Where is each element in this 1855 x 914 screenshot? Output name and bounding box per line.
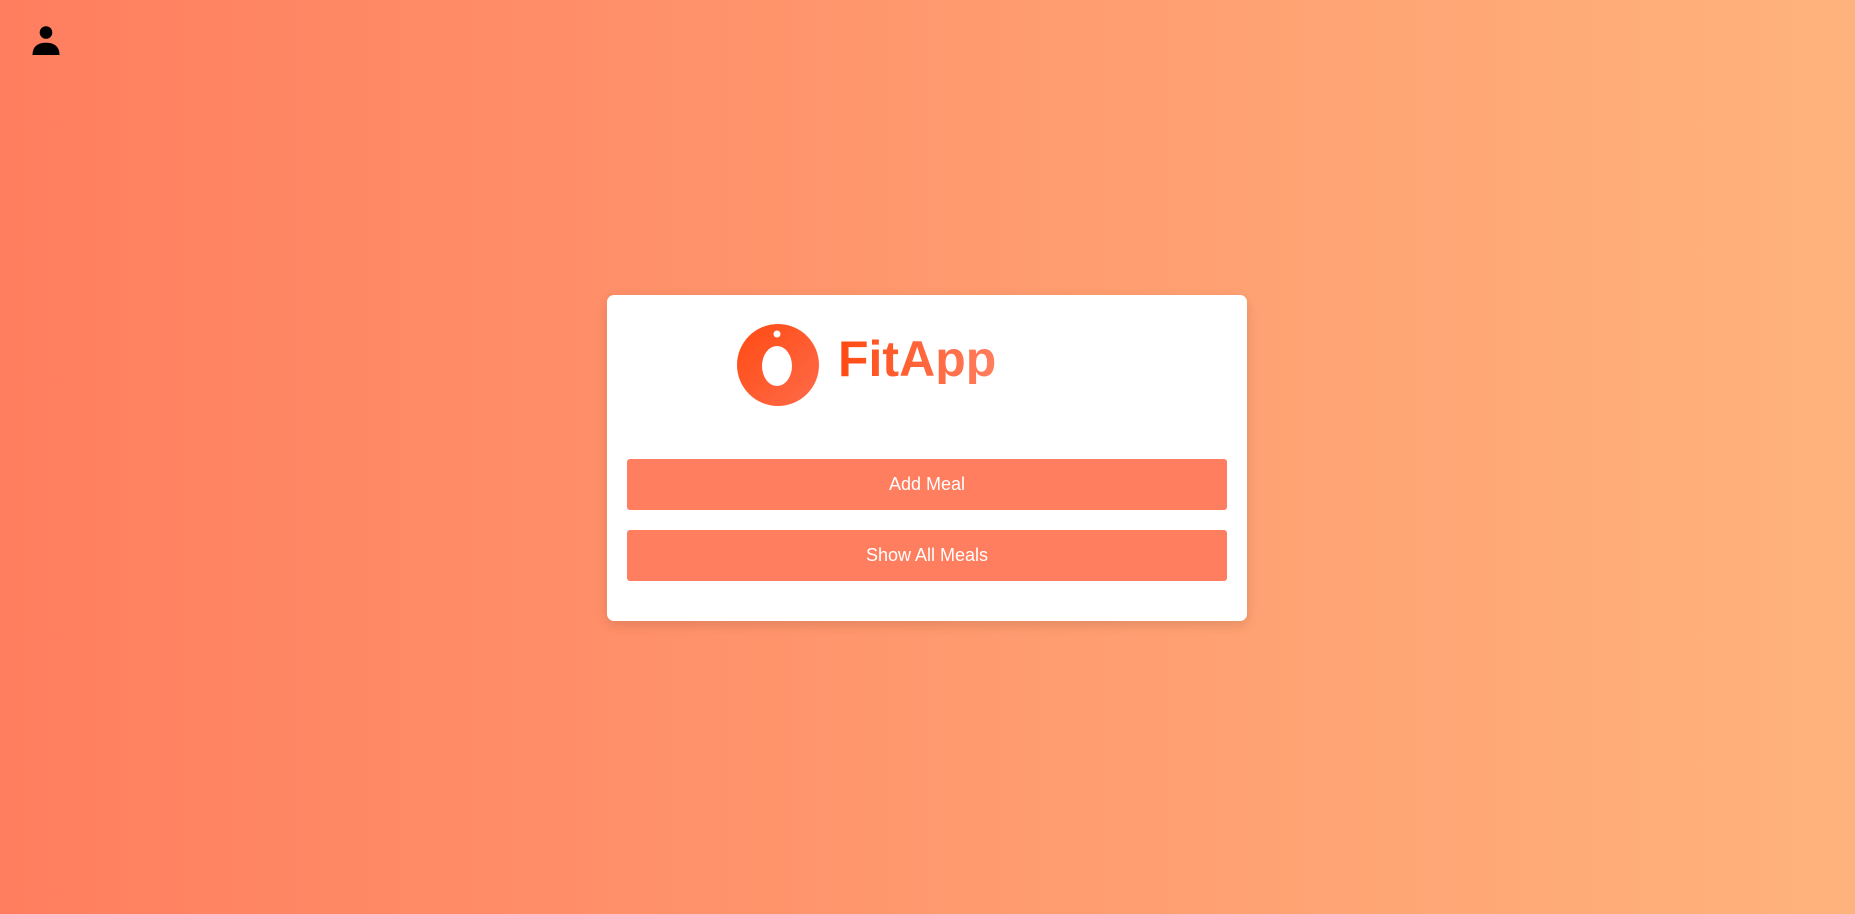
profile-button[interactable] [26,20,66,60]
add-meal-button[interactable]: Add Meal [627,459,1227,510]
person-icon [32,26,60,55]
show-all-meals-button[interactable]: Show All Meals [627,530,1227,581]
brand-header: FitApp [736,323,996,407]
home-card: FitApp Add Meal Show All Meals [607,295,1247,621]
app-title: FitApp [838,331,997,387]
fitapp-logo-icon [737,324,819,406]
